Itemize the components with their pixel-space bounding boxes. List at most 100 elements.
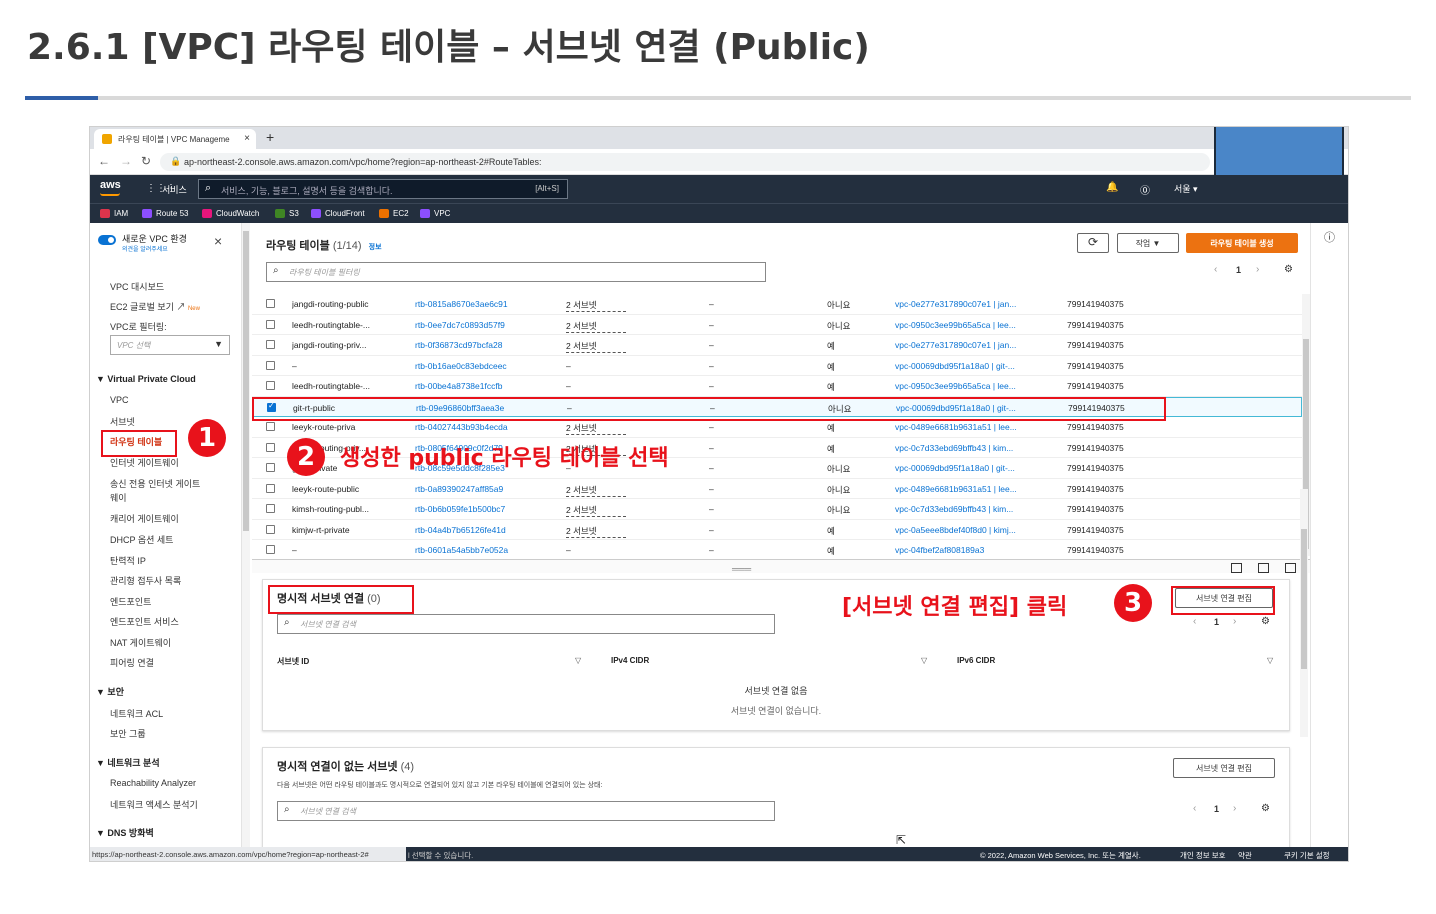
- sidebar-item-eip[interactable]: 탄력적 IP: [110, 554, 146, 567]
- cell-vpc[interactable]: vpc-00069dbd95f1a18a0 | git-...: [895, 361, 1053, 371]
- tab-close-icon[interactable]: ×: [244, 133, 250, 144]
- cell-id[interactable]: rtb-00be4a8738e1fccfb: [415, 381, 555, 391]
- no-explicit-search-input[interactable]: ⌕ 서브넷 연결 검색: [277, 801, 775, 821]
- table-row[interactable]: jangdi-routing-public rtb-0815a8670e3ae6c…: [252, 294, 1302, 315]
- edit-subnet-assoc-button-2[interactable]: 서브넷 연결 편집: [1173, 758, 1275, 778]
- fav-cloudwatch[interactable]: CloudWatch: [202, 209, 259, 218]
- cell-vpc[interactable]: vpc-0e277e317890c07e1 | jan...: [895, 299, 1053, 309]
- sidebar-scroll-thumb[interactable]: [243, 231, 249, 531]
- row-checkbox[interactable]: [266, 360, 275, 370]
- settings-gear-icon[interactable]: ⚙: [1284, 264, 1293, 275]
- row-checkbox[interactable]: [266, 463, 275, 472]
- sidebar-item-egress-igw[interactable]: 송신 전용 인터넷 게이트: [110, 477, 200, 490]
- layout-side-icon[interactable]: [1258, 563, 1269, 573]
- drag-handle-icon[interactable]: ═══: [732, 564, 751, 574]
- forward-icon[interactable]: →: [120, 154, 132, 168]
- explicit-assoc-search-input[interactable]: ⌕ 서브넷 연결 검색: [277, 614, 775, 634]
- cell-vpc[interactable]: vpc-0c7d33ebd69bffb43 | kim...: [895, 443, 1053, 453]
- cell-id[interactable]: rtb-0b6b059fe1b500bc7: [415, 504, 555, 514]
- sidebar-item-endpoint-services[interactable]: 엔드포인트 서비스: [110, 615, 179, 628]
- table-row[interactable]: kimjw-rt-private rtb-04a4b7b65126fe41d 2 서…: [252, 520, 1302, 540]
- sidebar-close-icon[interactable]: ×: [214, 233, 222, 249]
- sort-icon[interactable]: ▽: [921, 656, 927, 665]
- actions-button[interactable]: 작업 ▼: [1117, 233, 1179, 253]
- cell-vpc[interactable]: vpc-04fbef2af808189a3: [895, 545, 1053, 555]
- layout-bottom-icon[interactable]: [1231, 563, 1242, 573]
- vpc-filter-select[interactable]: VPC 선택 ▼: [110, 335, 230, 355]
- sidebar-item-ec2-global[interactable]: EC2 글로벌 보기 ↗ New: [110, 300, 200, 313]
- table-row[interactable]: leedh-routingtable-... rtb-0ee7dc7c0893d5…: [252, 315, 1302, 335]
- table-row[interactable]: – rtb-0b16ae0c83ebdceec – – 예 vpc-00069dbd95f…: [252, 356, 1302, 376]
- back-icon[interactable]: ←: [98, 154, 110, 168]
- page-number[interactable]: 1: [1214, 804, 1219, 814]
- cell-vpc[interactable]: vpc-0489e6681b9631a51 | lee...: [895, 422, 1053, 432]
- prev-page-icon[interactable]: ‹: [1193, 803, 1196, 814]
- cell-vpc[interactable]: vpc-00069dbd95f1a18a0 | git-...: [895, 463, 1053, 473]
- cell-vpc[interactable]: vpc-0950c3ee99b65a5ca | lee...: [895, 381, 1053, 391]
- col-ipv6-cidr[interactable]: IPv6 CIDR: [957, 656, 995, 665]
- cell-id[interactable]: rtb-0ee7dc7c0893d57f9: [415, 320, 555, 330]
- sidebar-item-endpoints[interactable]: 엔드포인트: [110, 595, 151, 608]
- help-icon[interactable]: ⓪: [1140, 182, 1150, 197]
- cell-vpc[interactable]: vpc-0a5eee8bdef40f8d0 | kimj...: [895, 525, 1053, 535]
- sidebar-item-prefix-lists[interactable]: 관리형 접두사 목록: [110, 574, 181, 587]
- row-checkbox[interactable]: [266, 483, 275, 493]
- table-row[interactable]: – rtb-0601a54a5bb7e052a – – 예 vpc-04fbef2af80…: [252, 540, 1302, 561]
- terms-link[interactable]: 약관: [1238, 850, 1252, 861]
- sidebar-item-subnets[interactable]: 서브넷: [110, 415, 135, 428]
- sidebar-item-reachability[interactable]: Reachability Analyzer: [110, 778, 196, 788]
- global-search-input[interactable]: ⌕ 서비스, 기능, 블로그, 설명서 등을 검색합니다. [Alt+S]: [198, 179, 568, 199]
- row-checkbox[interactable]: [266, 504, 275, 513]
- table-row[interactable]: leedh-routingtable-... rtb-00be4a8738e1fc…: [252, 376, 1302, 397]
- cell-id[interactable]: rtb-0815a8670e3ae6c91: [415, 299, 555, 309]
- prev-page-icon[interactable]: ‹: [1193, 616, 1196, 627]
- col-subnet-id[interactable]: 서브넷 ID: [277, 656, 309, 667]
- table-row[interactable]: kimsh-routing-publ... rtb-0b6b059fe1b500b…: [252, 499, 1302, 520]
- cell-vpc[interactable]: vpc-0950c3ee99b65a5ca | lee...: [895, 320, 1053, 330]
- cell-id[interactable]: rtb-0f36873cd97bcfa28: [415, 340, 555, 350]
- new-vpc-experience-toggle[interactable]: [98, 235, 116, 245]
- page-number[interactable]: 1: [1214, 617, 1219, 627]
- next-page-icon[interactable]: ›: [1256, 264, 1259, 275]
- fav-ec2[interactable]: EC2: [379, 209, 409, 218]
- privacy-link[interactable]: 개인 정보 보호: [1180, 850, 1226, 861]
- sidebar-scrollbar[interactable]: [242, 223, 250, 847]
- next-page-icon[interactable]: ›: [1233, 803, 1236, 814]
- col-ipv4-cidr[interactable]: IPv4 CIDR: [611, 656, 649, 665]
- row-checkbox[interactable]: [266, 319, 275, 329]
- main-scroll-thumb[interactable]: [1301, 529, 1307, 669]
- fav-cloudfront[interactable]: CloudFront: [311, 209, 365, 218]
- reload-icon[interactable]: ↻: [141, 154, 151, 168]
- sidebar-item-nacl[interactable]: 네트워크 ACL: [110, 707, 163, 720]
- split-panel-divider[interactable]: ═══: [252, 559, 1310, 574]
- cell-id[interactable]: rtb-04027443b93b4ecda: [415, 422, 555, 432]
- row-checkbox[interactable]: [266, 381, 275, 390]
- sidebar-item-sg[interactable]: 보안 그룹: [110, 727, 146, 740]
- row-checkbox[interactable]: [266, 340, 275, 349]
- sidebar-item-peering[interactable]: 피어링 연결: [110, 656, 154, 669]
- sidebar-item-carrier-gw[interactable]: 캐리어 게이트웨이: [110, 512, 179, 525]
- sidebar-item-nat[interactable]: NAT 게이트웨이: [110, 636, 171, 649]
- sidebar-item-access-analyzer[interactable]: 네트워크 액세스 분석기: [110, 798, 198, 811]
- sidebar-item-dashboard[interactable]: VPC 대시보드: [110, 280, 164, 293]
- next-page-icon[interactable]: ›: [1233, 616, 1236, 627]
- feedback-link[interactable]: 의견을 알려주세요: [122, 244, 168, 253]
- prev-page-icon[interactable]: ‹: [1214, 264, 1217, 275]
- sort-icon[interactable]: ▽: [575, 656, 581, 665]
- row-checkbox[interactable]: [266, 524, 275, 534]
- cookie-settings-link[interactable]: 쿠키 기본 설정: [1284, 850, 1330, 861]
- sidebar-item-vpc[interactable]: VPC: [110, 395, 129, 405]
- cell-id[interactable]: rtb-0601a54a5bb7e052a: [415, 545, 555, 555]
- cell-id[interactable]: rtb-0b16ae0c83ebdceec: [415, 361, 555, 371]
- cell-id[interactable]: rtb-0a89390247aff85a9: [415, 484, 555, 494]
- layout-full-icon[interactable]: [1285, 563, 1296, 573]
- cell-vpc[interactable]: vpc-0e277e317890c07e1 | jan...: [895, 340, 1053, 350]
- sidebar-item-igw[interactable]: 인터넷 게이트웨이: [110, 456, 179, 469]
- fav-s3[interactable]: S3: [275, 209, 299, 218]
- fav-route53[interactable]: Route 53: [142, 209, 188, 218]
- sidebar-item-egress-igw-cont[interactable]: 웨이: [110, 491, 127, 504]
- settings-gear-icon[interactable]: ⚙: [1261, 803, 1270, 814]
- cell-id[interactable]: rtb-04a4b7b65126fe41d: [415, 525, 555, 535]
- services-menu[interactable]: 서비스: [162, 183, 187, 196]
- row-checkbox[interactable]: [266, 545, 275, 554]
